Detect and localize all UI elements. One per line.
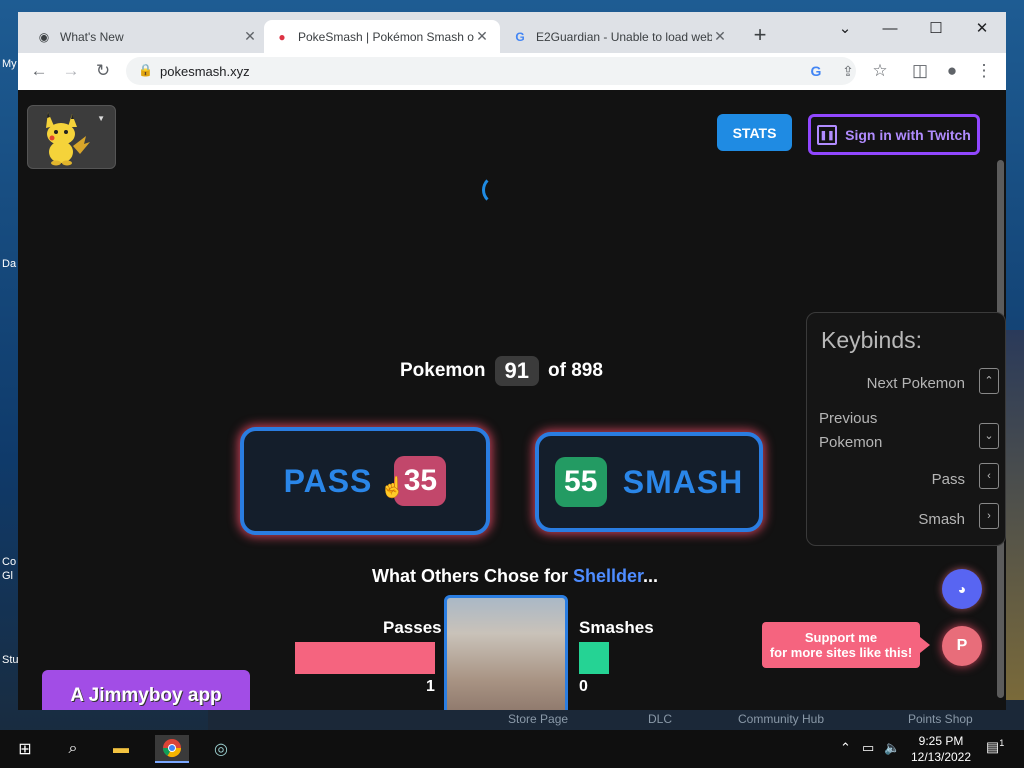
back-icon[interactable]: ← [27,59,51,83]
previous-pokemon-image [444,595,568,710]
pokesmash-page: ▼ STATS ❚❚ Sign in with Twitch Pokemon 9… [18,90,1006,710]
file-explorer-icon[interactable]: ▬ [104,735,138,763]
others-chose-heading: What Others Chose for Shellder... [372,566,659,586]
windows-taskbar: ⊞ ⌕ ▬ ◎ ⌃ ▭ 🔈 9:25 PM 12/13/2022 ▤1 [0,730,1024,768]
up-arrow-icon: ⌃ [979,368,999,394]
passes-label: Passes [383,618,442,637]
browser-toolbar: ← → ↻ 🔒 pokesmash.xyz G ⇪ ☆ ◫ ● ⋮ [18,53,1006,91]
close-icon[interactable]: ✕ [242,28,258,45]
left-arrow-icon: ‹ [979,463,999,489]
passes-count: 1 [426,678,435,695]
keybinds-title: Keybinds: [821,327,923,353]
menu-icon[interactable]: ⋮ [972,59,996,83]
chevron-up-icon[interactable]: ⌃ [840,740,851,756]
close-icon[interactable]: ✕ [474,28,490,45]
pikachu-icon [46,112,90,166]
side-panel-icon[interactable]: ◫ [908,59,932,83]
smashes-label: Smashes [579,618,654,637]
down-arrow-icon: ⌄ [979,423,999,449]
twitch-label: Sign in with Twitch [845,126,971,143]
close-window-button[interactable]: ✕ [962,16,1002,42]
minimize-button[interactable]: — [870,16,910,42]
jimmyboy-badge[interactable]: A Jimmyboy app [42,670,250,710]
smashes-bar [579,642,609,674]
pokemon-counter: Pokemon 91 of 898 [400,356,603,386]
notifications-icon[interactable]: ▤1 [986,738,1004,756]
google-icon: G [515,29,525,44]
address-bar[interactable]: 🔒 pokesmash.xyz G ⇪ [126,57,856,85]
discord-icon[interactable]: ◕ [942,569,982,609]
loading-spinner [482,175,512,205]
right-arrow-icon: › [979,503,999,529]
close-icon[interactable]: ✕ [712,28,728,45]
twitch-icon: ❚❚ [817,124,838,145]
pass-button[interactable]: PASS 35 [240,427,490,535]
previous-pokemon-link[interactable]: Shellder [573,566,643,586]
pass-label: PASS [283,462,373,499]
tab-search-icon[interactable]: ⌄ [825,16,865,42]
steam-icon[interactable]: ◎ [204,735,238,763]
google-lens-icon[interactable]: G [806,61,826,81]
smash-button[interactable]: 55 SMASH [535,432,763,532]
avatar-dropdown[interactable]: ▼ [27,105,116,169]
forward-icon[interactable]: → [59,59,83,83]
keybind-previous-label: Previous Pokemon [819,410,883,451]
passes-bar [295,642,435,674]
smash-count: 55 [554,457,607,507]
tab-whats-new[interactable]: ◉ What's New ✕ [26,20,268,53]
desktop-background-right [1006,330,1024,700]
url-text: pokesmash.xyz [160,64,250,79]
clock-time: 9:25 PM [918,734,964,748]
desktop-icons-strip: My Da Co Gl Stu [2,58,19,666]
share-icon[interactable]: ⇪ [838,61,858,81]
counter-current: 91 [494,356,540,386]
sign-in-twitch-button[interactable]: ❚❚ Sign in with Twitch [808,114,980,155]
stats-button[interactable]: STATS [717,114,792,151]
maximize-button[interactable]: ☐ [916,16,956,42]
smash-label: SMASH [622,463,744,500]
tab-pokesmash[interactable]: ● PokeSmash | Pokémon Smash or Pass ✕ [264,20,500,53]
smashes-count: 0 [579,678,588,695]
keybinds-panel: Keybinds: Next Pokemon ⌃ Previous Pokemo… [806,312,1006,546]
windows-start-icon[interactable]: ⊞ [8,735,42,763]
profile-icon[interactable]: ● [940,59,964,83]
mouse-cursor-icon: ☝ [380,477,405,499]
chrome-taskbar-icon[interactable] [155,735,189,763]
tab-bar: ◉ What's New ✕ ● PokeSmash | Pokémon Sma… [18,12,1006,53]
keybind-next-label: Next Pokemon [866,375,965,392]
browser-window: ◉ What's New ✕ ● PokeSmash | Pokémon Sma… [18,12,1006,710]
clock[interactable]: 9:25 PM 12/13/2022 [906,733,976,765]
tab-title: PokeSmash | Pokémon Smash or Pass [298,29,474,44]
chevron-down-icon: ▼ [97,114,105,123]
keybind-smash-label: Smash [918,511,965,528]
new-tab-button[interactable]: + [748,24,772,48]
patreon-icon[interactable]: P [942,626,982,666]
network-icon[interactable]: ▭ [862,740,874,756]
lock-icon: 🔒 [138,63,153,77]
search-icon[interactable]: ⌕ [56,735,90,763]
bookmark-star-icon[interactable]: ☆ [868,59,892,83]
tab-e2guardian[interactable]: G E2Guardian - Unable to load web page ✕ [502,20,738,53]
chrome-icon: ◉ [38,29,50,44]
volume-icon[interactable]: 🔈 [884,740,900,756]
keybind-pass-label: Pass [931,471,965,488]
reload-icon[interactable]: ↻ [91,59,115,83]
clock-date: 12/13/2022 [910,750,972,764]
counter-suffix: of 898 [548,360,603,381]
tab-title: What's New [60,29,124,44]
tab-title: E2Guardian - Unable to load web page [536,29,712,44]
support-bubble: Support me for more sites like this! [762,622,930,668]
counter-prefix: Pokemon [400,360,486,381]
pokesmash-favicon: ● [278,29,286,44]
